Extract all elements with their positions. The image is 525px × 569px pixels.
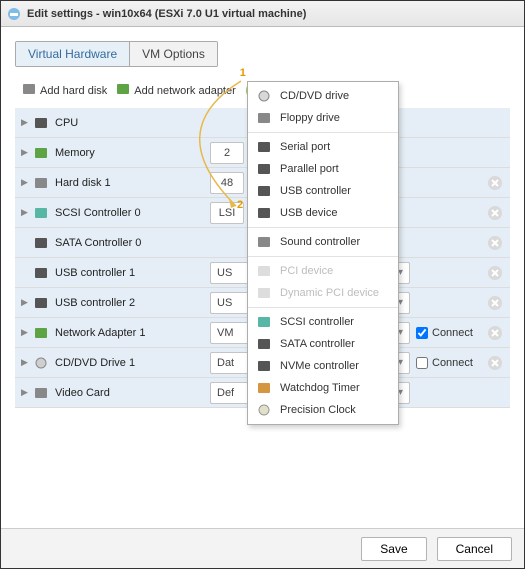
dialog-footer: Save Cancel (1, 528, 524, 568)
nic-connect-checkbox[interactable]: Connect (416, 327, 473, 339)
edit-settings-dialog: Edit settings - win10x64 (ESXi 7.0 U1 vi… (0, 0, 525, 569)
cpu-icon (33, 116, 49, 130)
nvme-icon (256, 359, 272, 373)
menu-item-parallel[interactable]: Parallel port (248, 158, 398, 180)
usb-icon (33, 266, 49, 280)
add-hard-disk-label: Add hard disk (40, 85, 107, 97)
nic-icon (117, 84, 129, 97)
hdd-value[interactable]: 48 (210, 172, 244, 194)
add-network-adapter-button[interactable]: Add network adapter (117, 84, 236, 97)
cd-label: CD/DVD Drive 1 (55, 357, 210, 369)
usb2-label: USB controller 2 (55, 297, 210, 309)
cd-icon (256, 89, 272, 103)
remove-usb1-button[interactable] (486, 264, 504, 282)
menu-item-watchdog[interactable]: Watchdog Timer (248, 377, 398, 399)
add-hard-disk-button[interactable]: Add hard disk (23, 84, 107, 97)
cd-connect-checkbox[interactable]: Connect (416, 357, 473, 369)
tab-bar: Virtual Hardware VM Options (15, 41, 218, 67)
menu-item-sound[interactable]: Sound controller (248, 231, 398, 253)
pci-icon (256, 286, 272, 300)
sata-icon (256, 337, 272, 351)
menu-item-floppy[interactable]: Floppy drive (248, 107, 398, 129)
hard-disk-icon (23, 84, 35, 97)
hdd-label: Hard disk 1 (55, 177, 210, 189)
expand-icon[interactable]: ▶ (21, 387, 29, 398)
serial-icon (256, 140, 272, 154)
cancel-button[interactable]: Cancel (437, 537, 512, 561)
expand-icon[interactable]: ▶ (21, 177, 29, 188)
cd-icon (33, 356, 49, 370)
remove-hdd-button[interactable] (486, 174, 504, 192)
nic-icon (33, 326, 49, 340)
scsi-icon (33, 206, 49, 220)
cpu-label: CPU (55, 117, 210, 129)
pci-icon (256, 264, 272, 278)
tab-virtual-hardware[interactable]: Virtual Hardware (16, 42, 130, 66)
memory-icon (33, 146, 49, 160)
clock-icon (256, 403, 272, 417)
watchdog-icon (256, 381, 272, 395)
vm-icon (7, 7, 21, 21)
menu-item-nvme[interactable]: NVMe controller (248, 355, 398, 377)
remove-usb2-button[interactable] (486, 294, 504, 312)
annotation-2: 2 (237, 199, 243, 211)
expand-icon[interactable]: ▶ (21, 207, 29, 218)
expand-icon[interactable]: ▶ (21, 147, 29, 158)
usb-icon (33, 296, 49, 310)
dialog-titlebar: Edit settings - win10x64 (ESXi 7.0 U1 vi… (1, 1, 524, 27)
usb-icon (256, 184, 272, 198)
annotation-1: 1 (240, 67, 246, 79)
menu-item-usb-controller[interactable]: USB controller (248, 180, 398, 202)
scsi-icon (256, 315, 272, 329)
remove-sata-button[interactable] (486, 234, 504, 252)
dialog-title: Edit settings - win10x64 (ESXi 7.0 U1 vi… (27, 8, 306, 20)
menu-item-pci: PCI device (248, 260, 398, 282)
video-icon (33, 386, 49, 400)
menu-item-scsi[interactable]: SCSI controller (248, 311, 398, 333)
expand-icon[interactable]: ▶ (21, 117, 29, 128)
nic-label: Network Adapter 1 (55, 327, 210, 339)
expand-icon[interactable]: ▶ (21, 327, 29, 338)
parallel-icon (256, 162, 272, 176)
usb-device-icon (256, 206, 272, 220)
disk-icon (33, 176, 49, 190)
scsi-label: SCSI Controller 0 (55, 207, 210, 219)
remove-scsi-button[interactable] (486, 204, 504, 222)
menu-item-serial[interactable]: Serial port (248, 136, 398, 158)
sound-icon (256, 235, 272, 249)
floppy-icon (256, 111, 272, 125)
remove-cd-button[interactable] (486, 354, 504, 372)
sata-label: SATA Controller 0 (55, 237, 210, 249)
menu-item-usb-device[interactable]: USB device (248, 202, 398, 224)
expand-icon[interactable]: ▶ (21, 297, 29, 308)
save-button[interactable]: Save (361, 537, 426, 561)
expand-icon[interactable]: ▶ (21, 357, 29, 368)
tab-vm-options[interactable]: VM Options (130, 42, 217, 66)
menu-item-sata[interactable]: SATA controller (248, 333, 398, 355)
sata-icon (33, 236, 49, 250)
memory-label: Memory (55, 147, 210, 159)
usb1-label: USB controller 1 (55, 267, 210, 279)
menu-item-cddvd[interactable]: CD/DVD drive (248, 85, 398, 107)
menu-item-precision-clock[interactable]: Precision Clock (248, 399, 398, 421)
add-other-device-menu: CD/DVD drive Floppy drive Serial port Pa… (247, 81, 399, 425)
remove-nic-button[interactable] (486, 324, 504, 342)
memory-value[interactable]: 2 (210, 142, 244, 164)
video-label: Video Card (55, 387, 210, 399)
menu-item-dynamic-pci: Dynamic PCI device (248, 282, 398, 304)
add-nic-label: Add network adapter (134, 85, 236, 97)
